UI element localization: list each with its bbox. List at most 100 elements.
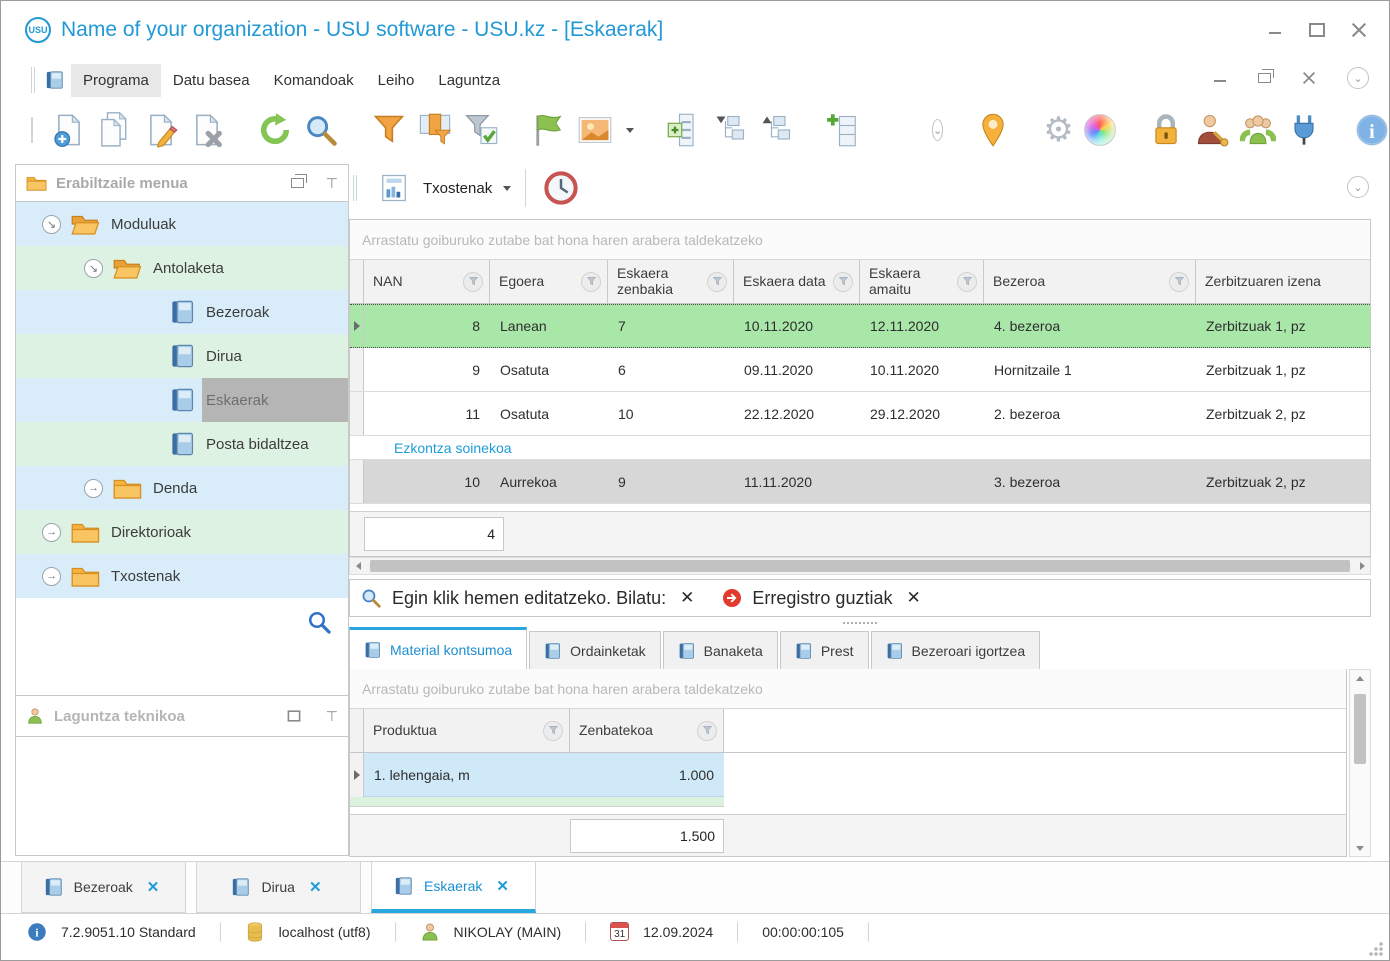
scroll-left-icon[interactable] [350,558,366,574]
filter-icon[interactable] [371,109,407,151]
column-filter-icon[interactable] [957,272,977,292]
scroll-right-icon[interactable] [1354,558,1370,574]
close-button[interactable] [1351,23,1367,37]
tree-search-icon[interactable] [308,611,332,635]
grid-horizontal-scrollbar[interactable] [349,557,1371,575]
scrollbar-thumb[interactable] [370,560,1350,572]
sidebar-item-dirua[interactable]: Dirua [16,334,348,378]
new-row-strip[interactable] [350,797,724,807]
support-maximize-icon[interactable] [287,710,300,721]
toolbar-overflow-icon[interactable]: ⌄ [932,119,943,141]
location-pin-icon[interactable] [975,109,1011,151]
tab-material-kontsumoa[interactable]: Material kontsumoa [349,627,527,669]
user-permissions-icon[interactable] [1194,109,1230,151]
support-panel-header[interactable]: Laguntza teknikoa ⊤ [16,695,348,737]
tab-ordainketak[interactable]: Ordainketak [529,631,660,669]
collapse-node-icon[interactable]: ↘ [42,215,61,234]
expand-node-icon[interactable] [666,109,702,151]
tab-bezeroari-igortzea[interactable]: Bezeroari igortzea [871,631,1041,669]
add-field-icon[interactable] [826,109,862,151]
sidebar-item-eskaerak[interactable]: Eskaerak [16,378,348,422]
sidebar-item-direktorioak[interactable]: → Direktorioak [16,510,348,554]
doctab-bezeroak[interactable]: Bezeroak ✕ [21,862,186,913]
minimize-button[interactable] [1267,23,1283,37]
menu-programa[interactable]: Programa [71,64,161,97]
grid-row-focused[interactable]: 8 Lanean 7 10.11.2020 12.11.2020 4. beze… [350,304,1370,348]
collapse-node-icon[interactable]: ↘ [84,259,103,278]
group-by-panel[interactable]: Arrastatu goiburuko zutabe bat hona hare… [350,220,1370,260]
tab-prest[interactable]: Prest [780,631,869,669]
sidebar-pin-icon[interactable]: ⊤ [326,175,338,192]
sidebar-item-txostenak[interactable]: → Txostenak [16,554,348,598]
column-filter-icon[interactable] [543,721,563,741]
delete-record-icon[interactable] [189,109,225,151]
edit-search-hint[interactable]: Egin klik hemen editatzeko. Bilatu: [392,588,666,609]
close-tab-icon[interactable]: ✕ [305,878,326,896]
column-filter-icon[interactable] [707,272,727,292]
mdi-minimize-button[interactable] [1212,71,1228,85]
column-header-egoera[interactable]: Egoera [490,260,608,303]
grid-row-inactive[interactable]: 10 Aurrekoa 9 11.11.2020 3. bezeroa Zerb… [350,460,1370,504]
sidebar-restore-icon[interactable] [291,178,304,188]
expand-node-icon[interactable]: → [84,479,103,498]
column-header-eskaera-data[interactable]: Eskaera data [734,260,860,303]
scroll-up-icon[interactable] [1352,670,1368,686]
column-header-zerbitzuaren-izena[interactable]: Zerbitzuaren izena [1196,260,1370,303]
doctab-eskaerak[interactable]: Eskaerak ✕ [371,862,536,913]
clear-search-icon[interactable]: ✕ [676,588,698,608]
image-icon[interactable] [577,109,613,151]
lock-icon[interactable] [1148,109,1184,151]
settings-gear-icon[interactable]: ⚙ [1043,109,1073,151]
scrollbar-thumb[interactable] [1354,694,1366,764]
search-icon[interactable] [303,109,339,151]
column-filter-icon[interactable] [463,272,483,292]
report-icon[interactable] [373,167,415,209]
menu-laguntza[interactable]: Laguntza [426,64,512,97]
menu-leiho[interactable]: Leiho [366,64,427,97]
close-tab-icon[interactable]: ✕ [492,877,513,895]
reports-button[interactable]: Txostenak [423,180,492,197]
grid-row[interactable]: 9 Osatuta 6 09.11.2020 10.11.2020 Hornit… [350,348,1370,392]
maximize-button[interactable] [1309,23,1325,37]
sidebar-item-moduluak[interactable]: ↘ Moduluak [16,202,348,246]
column-header-zenbatekoa[interactable]: Zenbatekoa [570,709,724,752]
reports-dropdown-arrow-icon[interactable] [503,186,511,191]
preview-link[interactable]: Ezkontza soinekoa [394,440,512,456]
mdi-restore-button[interactable] [1258,73,1271,83]
resize-grip[interactable] [1369,942,1383,956]
panel-splitter[interactable] [349,619,1371,627]
menu-overflow-icon[interactable]: ⌄ [1347,67,1369,89]
column-header-eskaera-amaitu[interactable]: Eskaera amaitu [860,260,984,303]
doctab-dirua[interactable]: Dirua ✕ [196,862,361,913]
expand-node-icon[interactable]: → [42,523,61,542]
column-header-bezeroa[interactable]: Bezeroa [984,260,1196,303]
new-record-icon[interactable] [51,109,87,151]
column-header-eskaera-zenbakia[interactable]: Eskaera zenbakia [608,260,734,303]
toolbar-grip[interactable] [31,67,35,93]
filter-by-value-icon[interactable] [417,109,453,151]
copy-record-icon[interactable] [97,109,133,151]
clear-filter-icon[interactable]: ✕ [902,588,924,608]
tab-banaketa[interactable]: Banaketa [663,631,778,669]
collapse-all-icon[interactable] [758,109,794,151]
menu-datu-basea[interactable]: Datu basea [161,64,262,97]
sidebar-item-bezeroak[interactable]: Bezeroak [16,290,348,334]
color-scheme-icon[interactable] [1084,109,1116,151]
filter-scope-label[interactable]: Erregistro guztiak [752,588,892,609]
column-filter-icon[interactable] [833,272,853,292]
refresh-icon[interactable] [257,109,293,151]
close-tab-icon[interactable]: ✕ [143,878,164,896]
support-pin-icon[interactable]: ⊤ [326,708,338,725]
filter-apply-icon[interactable] [463,109,499,151]
expand-node-icon[interactable]: → [42,567,61,586]
plugin-icon[interactable] [1286,109,1322,151]
sidebar-item-denda[interactable]: → Denda [16,466,348,510]
column-filter-icon[interactable] [581,272,601,292]
detail-row-focused[interactable]: 1. lehengaia, m 1.000 [350,753,1346,797]
grid-row[interactable]: 11 Osatuta 10 22.12.2020 29.12.2020 2. b… [350,392,1370,436]
info-icon[interactable]: i [1354,109,1390,151]
mdi-close-button[interactable] [1302,72,1316,84]
scroll-down-icon[interactable] [1352,840,1368,856]
report-toolbar-grip[interactable] [353,175,357,201]
users-group-icon[interactable] [1240,109,1276,151]
